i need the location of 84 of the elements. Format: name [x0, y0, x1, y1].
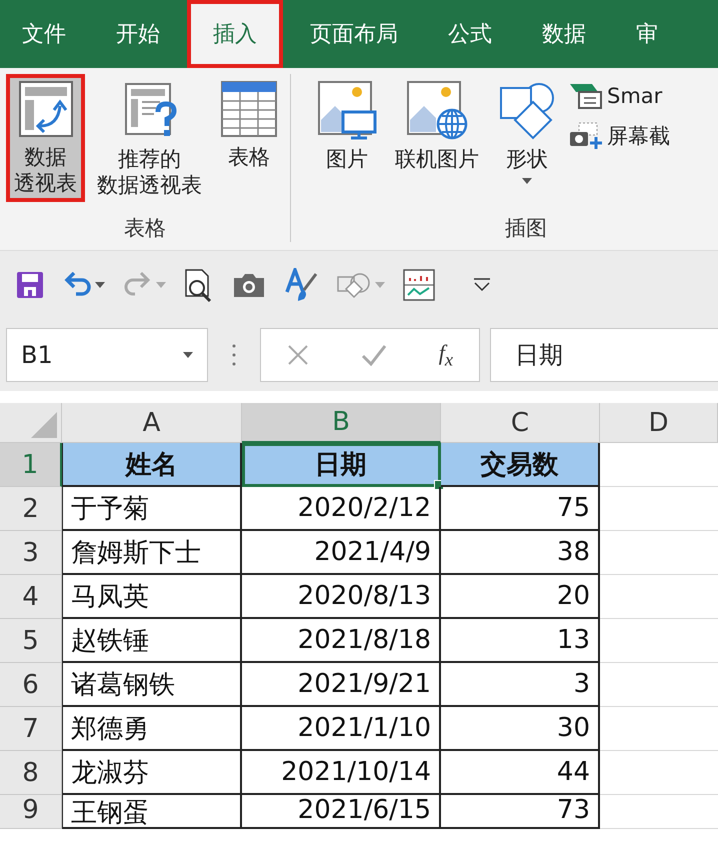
online-picture-icon [406, 80, 468, 140]
table-cell: 马凤英 [62, 575, 242, 619]
chart-icon [403, 269, 435, 301]
undo-icon [62, 272, 92, 298]
table-cell: 于予菊 [62, 487, 242, 531]
table-cell: 赵铁锤 [62, 619, 242, 663]
screenshot-icon [569, 122, 603, 150]
column-header[interactable]: B [242, 403, 441, 443]
insert-function-button[interactable]: f$_{x}$ [438, 340, 454, 370]
table-cell: 王钢蛋 [62, 795, 242, 829]
camera-icon [232, 272, 266, 298]
row-header[interactable]: 1 [0, 443, 62, 487]
ribbon-button[interactable]: 数据 透视表 [6, 74, 85, 202]
table-cell: 75 [441, 487, 600, 531]
table-cell: 2021/9/21 [242, 663, 441, 707]
table-cell: 诸葛钢铁 [62, 663, 242, 707]
table-cell: 30 [441, 707, 600, 751]
check-icon[interactable] [360, 344, 387, 366]
caret-icon[interactable] [95, 282, 105, 288]
column-header[interactable]: D [600, 403, 718, 443]
chart-button[interactable] [401, 267, 437, 303]
table-cell: 龙淑芬 [62, 751, 242, 795]
ribbon-tab[interactable]: 开始 [91, 0, 185, 68]
picture-icon [317, 80, 377, 140]
group-label: 插图 [505, 215, 547, 242]
table-cell: 73 [441, 795, 600, 829]
table-cell: 20 [441, 575, 600, 619]
table-icon [220, 80, 278, 138]
pivot-table-icon [18, 80, 74, 138]
group-label: 表格 [124, 215, 166, 242]
table-cell: 2021/4/9 [242, 531, 441, 575]
smartart-icon [569, 82, 603, 110]
header-cell: 交易数 [441, 443, 600, 487]
caret-icon[interactable] [183, 352, 193, 358]
ribbon-tab[interactable]: 公式 [423, 0, 517, 68]
ribbon-tab[interactable]: 页面布局 [285, 0, 423, 68]
row-header[interactable]: 6 [0, 663, 62, 707]
ribbon-button[interactable]: 图片 [311, 74, 383, 178]
shapes-icon [497, 80, 557, 140]
table-cell: 44 [441, 751, 600, 795]
column-header[interactable]: C [441, 403, 600, 443]
table-cell: 2020/8/13 [242, 575, 441, 619]
row-header[interactable]: 7 [0, 707, 62, 751]
row-header[interactable]: 3 [0, 531, 62, 575]
ribbon-button[interactable]: 形状 [491, 74, 563, 190]
table-cell: 2021/6/15 [242, 795, 441, 829]
table-cell: 詹姆斯下士 [62, 531, 242, 575]
save-button[interactable] [14, 269, 46, 301]
shapes-outline-icon [336, 271, 372, 299]
ribbon-tab[interactable]: 插入 [187, 0, 283, 68]
table-cell: 2021/1/10 [242, 707, 441, 751]
ribbon-small-button[interactable]: Smar [569, 82, 670, 110]
row-header[interactable]: 9 [0, 795, 62, 829]
save-icon [16, 271, 44, 299]
dropdown-icon [473, 278, 491, 292]
row-header[interactable]: 2 [0, 487, 62, 531]
formula-field[interactable]: 日期 [490, 328, 718, 382]
table-cell: 2021/10/14 [242, 751, 441, 795]
caret-icon[interactable] [522, 178, 532, 184]
table-cell: 2021/8/18 [242, 619, 441, 663]
letter-brush-icon [284, 268, 318, 302]
ribbon-tab[interactable]: 审 [611, 0, 683, 68]
ribbon-button[interactable]: 推荐的 数据透视表 [91, 74, 208, 204]
table-cell: 3 [441, 663, 600, 707]
header-cell: 姓名 [62, 443, 242, 487]
name-box[interactable]: B1 [6, 328, 208, 382]
table-cell: 38 [441, 531, 600, 575]
header-cell: 日期 [242, 443, 441, 487]
table-cell: 13 [441, 619, 600, 663]
ribbon-tab[interactable]: 数据 [517, 0, 611, 68]
column-header[interactable]: A [62, 403, 242, 443]
ribbon-button[interactable]: 表格 [214, 74, 284, 176]
ribbon-small-button[interactable]: 屏幕截 [569, 122, 670, 150]
print-preview-icon [184, 268, 214, 302]
table-cell: 郑德勇 [62, 707, 242, 751]
row-header[interactable]: 8 [0, 751, 62, 795]
redo-icon [123, 272, 153, 298]
table-cell: 2020/2/12 [242, 487, 441, 531]
row-header[interactable]: 5 [0, 619, 62, 663]
ribbon-tab[interactable]: 文件 [0, 0, 91, 68]
drag-handle-icon[interactable] [232, 343, 236, 367]
customize-toolbar-button[interactable] [471, 276, 493, 294]
row-header[interactable]: 4 [0, 575, 62, 619]
ribbon-button[interactable]: 联机图片 [389, 74, 485, 178]
